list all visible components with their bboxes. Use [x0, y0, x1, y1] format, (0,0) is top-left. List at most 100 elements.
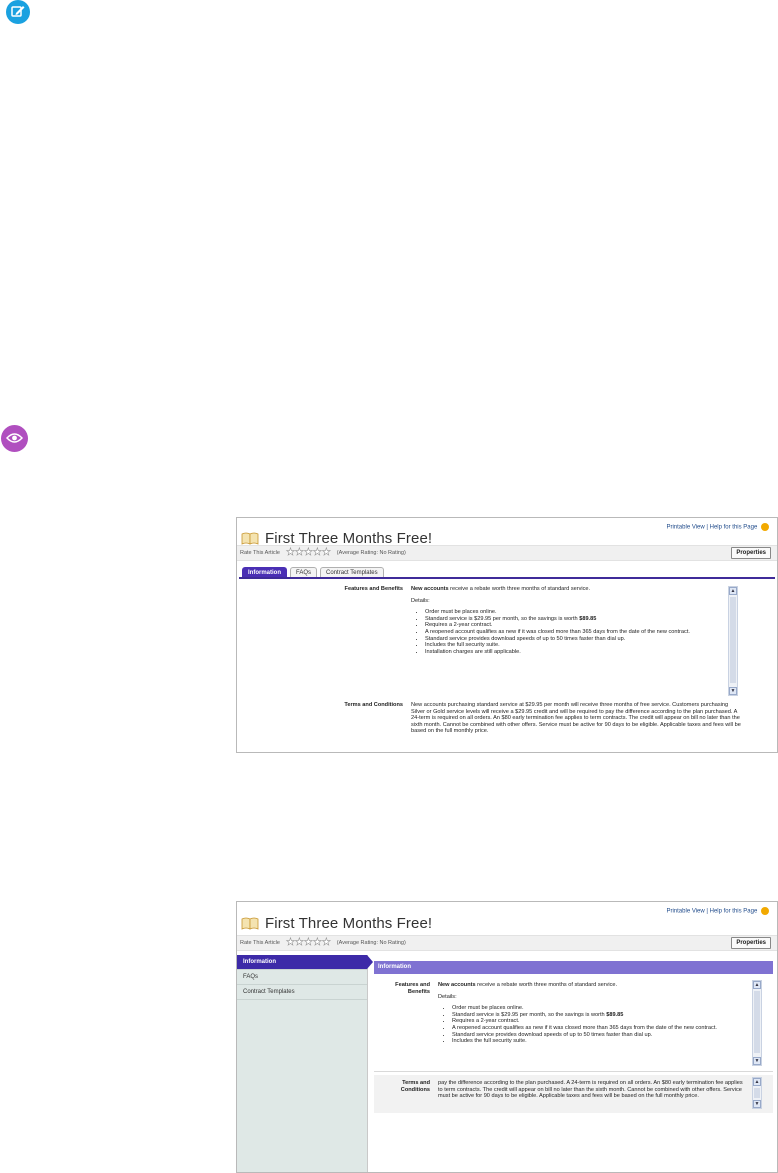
tab-information[interactable]: Information [242, 567, 287, 577]
features-label-line2: Benefits [407, 988, 430, 995]
open-book-icon [241, 917, 259, 930]
star-icon[interactable]: ★ [313, 547, 323, 558]
sidebar-item-information[interactable]: Information [237, 955, 373, 970]
scroll-down-icon[interactable]: ▼ [729, 687, 737, 695]
help-icon[interactable] [761, 523, 769, 531]
scroll-thumb[interactable] [754, 991, 760, 1053]
features-scrollbar[interactable]: ▲ ▼ [752, 980, 762, 1066]
star-icon[interactable]: ★ [322, 547, 332, 558]
list-item: Standard service provides download speed… [425, 636, 723, 643]
list-item: Standard service is $29.95 per month, so… [425, 616, 723, 623]
star-icon[interactable]: ★ [286, 937, 296, 948]
star-icon[interactable]: ★ [322, 937, 332, 948]
information-content: Features and Benefits New accounts recei… [237, 580, 777, 752]
list-item: Requires a 2-year contract. [452, 1018, 738, 1025]
average-rating-text: (Average Rating: No Rating) [336, 550, 406, 556]
top-links: Printable View | Help for this Page [666, 907, 769, 915]
row-divider [374, 1071, 773, 1072]
sidebar-item-contract-templates[interactable]: Contract Templates [237, 985, 367, 1000]
features-scrollbar[interactable]: ▲ ▼ [728, 586, 738, 696]
features-list: Order must be places online. Standard se… [411, 609, 723, 655]
star-rating[interactable]: ★ ★ ★ ★ ★ [286, 547, 332, 558]
terms-label: Terms and Conditions [378, 1080, 430, 1093]
scroll-up-icon[interactable]: ▲ [753, 981, 761, 989]
details-label: Details: [438, 993, 457, 1000]
star-icon[interactable]: ★ [304, 547, 314, 558]
features-intro: New accounts receive a rebate worth thre… [438, 982, 738, 989]
help-link[interactable]: Help for this Page [710, 909, 758, 915]
scroll-down-icon[interactable]: ▼ [753, 1100, 761, 1108]
properties-button[interactable]: Properties [731, 937, 771, 949]
terms-label: Terms and Conditions [344, 702, 403, 708]
note-edit-icon [6, 0, 30, 24]
rating-bar: Rate This Article ★ ★ ★ ★ ★ (Average Rat… [237, 935, 777, 951]
tab-faqs[interactable]: FAQs [290, 567, 318, 577]
article-title: First Three Months Free! [265, 529, 433, 547]
rating-bar: Rate This Article ★ ★ ★ ★ ★ (Average Rat… [237, 545, 777, 561]
article-sidebar-layout-screenshot: Printable View | Help for this Page Firs… [236, 901, 778, 1173]
terms-scrollbar[interactable]: ▲ ▼ [752, 1077, 762, 1109]
list-item: A reopened account qualifies as new if i… [452, 1025, 738, 1032]
list-item-text: Standard service is $29.95 per month, so… [425, 615, 580, 622]
list-item: Requires a 2-year contract. [425, 622, 723, 629]
star-icon[interactable]: ★ [295, 937, 305, 948]
help-icon[interactable] [761, 907, 769, 915]
article-header: First Three Months Free! [241, 912, 432, 934]
printable-view-link[interactable]: Printable View [666, 909, 704, 915]
features-intro-bold: New accounts [411, 586, 449, 592]
terms-label-line1: Terms and [402, 1080, 430, 1086]
features-intro-rest: receive a rebate worth three months of s… [475, 982, 618, 988]
features-intro-bold: New accounts [438, 982, 476, 988]
average-rating-text: (Average Rating: No Rating) [336, 940, 406, 946]
information-content: Features and Benefits New accounts recei… [374, 976, 773, 1172]
open-book-icon [241, 532, 259, 545]
rate-label: Rate This Article [240, 550, 280, 556]
sidebar-item-faqs[interactable]: FAQs [237, 970, 367, 985]
features-label: Features and Benefits [344, 586, 403, 592]
savings-amount: $89.85 [606, 1011, 624, 1018]
tab-contract-templates[interactable]: Contract Templates [320, 567, 384, 577]
list-item: Standard service provides download speed… [452, 1032, 738, 1039]
features-list: Order must be places online. Standard se… [438, 1005, 738, 1045]
scroll-up-icon[interactable]: ▲ [753, 1078, 761, 1086]
section-header: Information [374, 961, 773, 974]
scroll-down-icon[interactable]: ▼ [753, 1057, 761, 1065]
scroll-thumb[interactable] [754, 1088, 760, 1098]
terms-text: pay the difference according to the plan… [438, 1080, 743, 1100]
savings-amount: $89.85 [579, 615, 597, 622]
star-icon[interactable]: ★ [295, 547, 305, 558]
features-label-line1: Features and [395, 982, 430, 988]
list-item-text: Standard service is $29.95 per month, so… [452, 1011, 607, 1018]
star-icon[interactable]: ★ [286, 547, 296, 558]
list-item: Order must be places online. [452, 1005, 738, 1012]
features-field: New accounts receive a rebate worth thre… [438, 982, 738, 1072]
features-intro-rest: receive a rebate worth three months of s… [448, 586, 591, 592]
star-icon[interactable]: ★ [304, 937, 314, 948]
star-icon[interactable]: ★ [313, 937, 323, 948]
article-tabs-layout-screenshot: Printable View | Help for this Page Firs… [236, 517, 778, 753]
star-rating[interactable]: ★ ★ ★ ★ ★ [286, 937, 332, 948]
features-field: New accounts receive a rebate worth thre… [411, 586, 723, 698]
terms-label-line2: Conditions [400, 1086, 430, 1093]
printable-view-link[interactable]: Printable View [666, 525, 704, 531]
features-label: Features and Benefits [378, 982, 430, 995]
scroll-up-icon[interactable]: ▲ [729, 587, 737, 595]
top-links: Printable View | Help for this Page [666, 523, 769, 531]
list-item: Includes the full security suite. [425, 642, 723, 649]
list-item: Installation charges are still applicabl… [425, 649, 723, 656]
list-item: Includes the full security suite. [452, 1038, 738, 1045]
rate-label: Rate This Article [240, 940, 280, 946]
terms-text: New accounts purchasing standard service… [411, 702, 741, 735]
scroll-thumb[interactable] [730, 597, 736, 683]
list-item: Standard service is $29.95 per month, so… [452, 1012, 738, 1019]
details-label: Details: [411, 597, 430, 604]
list-item: A reopened account qualifies as new if i… [425, 629, 723, 636]
eye-icon [1, 425, 28, 452]
help-link[interactable]: Help for this Page [710, 525, 758, 531]
sidebar-nav: Information FAQs Contract Templates [237, 955, 373, 1172]
article-title: First Three Months Free! [265, 914, 433, 932]
list-item: Order must be places online. [425, 609, 723, 616]
tab-bar: Information FAQs Contract Templates [239, 566, 775, 579]
features-intro: New accounts receive a rebate worth thre… [411, 586, 723, 593]
properties-button[interactable]: Properties [731, 547, 771, 559]
